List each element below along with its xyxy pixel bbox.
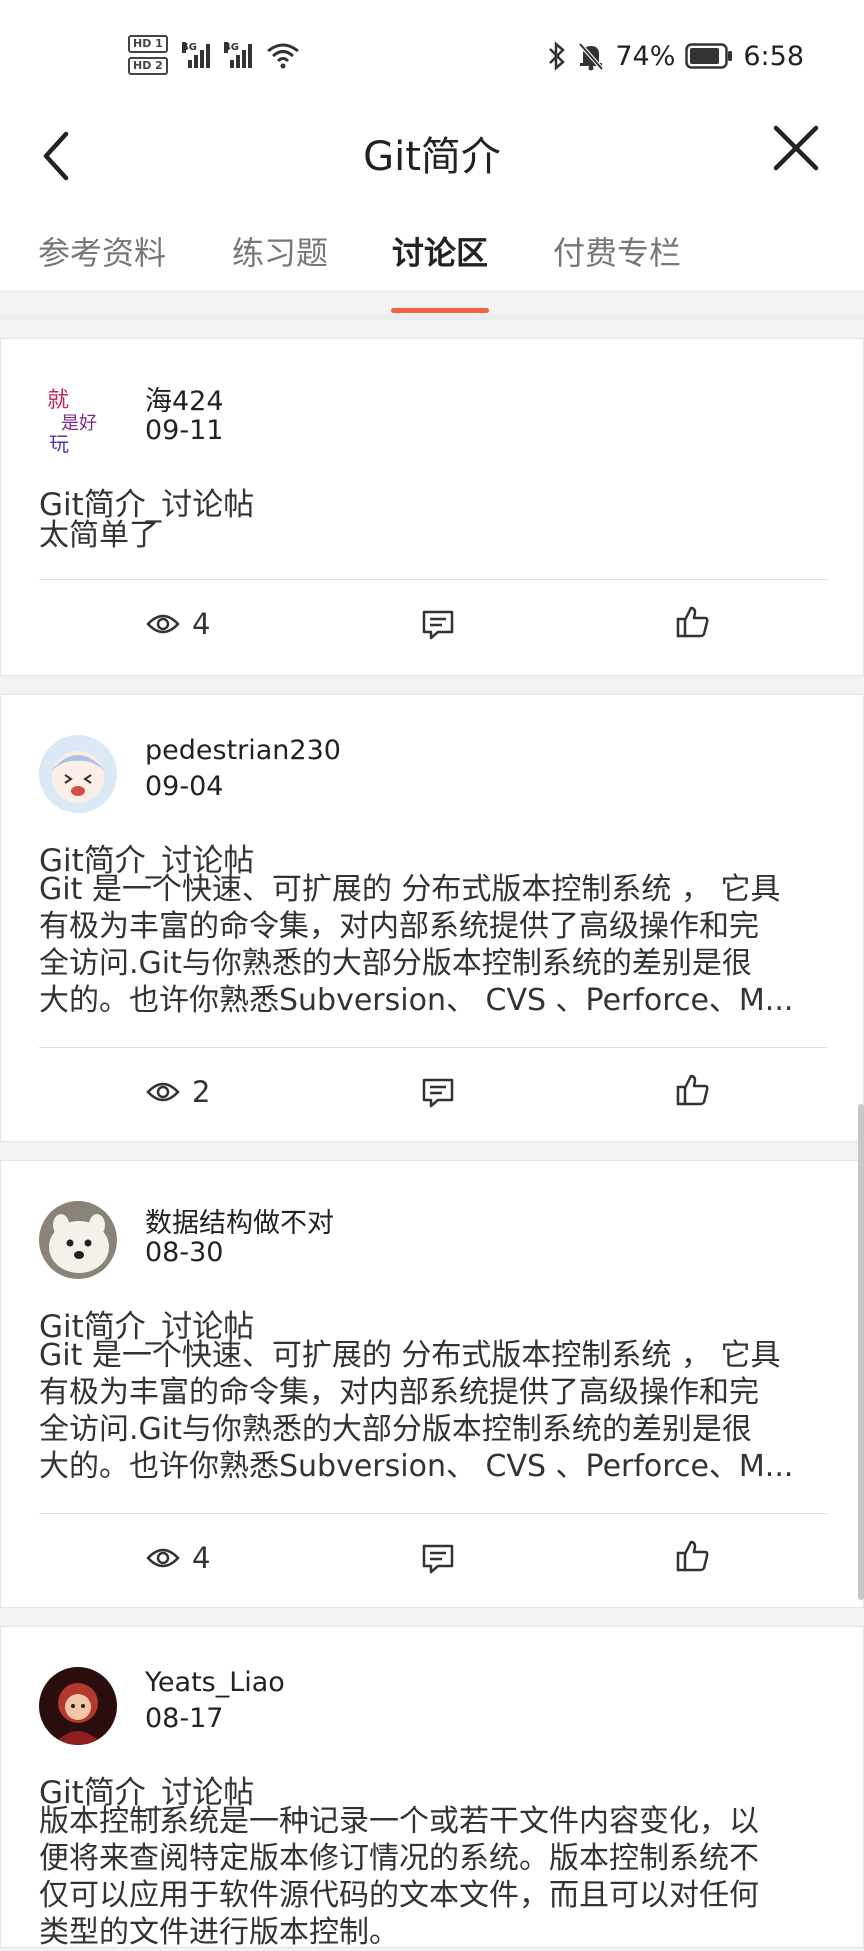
- card-divider: [39, 1047, 827, 1048]
- clock: 6:58: [743, 40, 804, 72]
- signal-icon-2: 4G: [223, 42, 252, 68]
- bell-muted-icon: [578, 42, 604, 71]
- bluetooth-icon: [549, 41, 566, 71]
- post-date: 09-04: [145, 771, 224, 802]
- card-divider: [39, 1513, 827, 1514]
- post-card[interactable]: pedestrian230 09-04 Git简介_讨论帖 Git 是一个快速、…: [0, 694, 864, 1142]
- scrollbar[interactable]: [858, 1104, 864, 1600]
- tab-bar: 参考资料 练习题 讨论区 付费专栏: [0, 228, 864, 288]
- battery-percent: 74%: [615, 40, 676, 72]
- post-body[interactable]: 版本控制系统是一种记录一个或若干文件内容变化，以 便将来查阅特定版本修订情况的系…: [39, 1803, 821, 1951]
- comment-icon[interactable]: [421, 609, 455, 641]
- hd1-badge: HD 1: [128, 35, 168, 53]
- post-card[interactable]: Yeats_Liao 08-17 Git简介_讨论帖 版本控制系统是一种记录一个…: [0, 1626, 864, 1951]
- post-body[interactable]: 太简单了: [39, 517, 821, 554]
- wifi-icon: [266, 43, 299, 69]
- views-number: 4: [192, 607, 211, 641]
- page-title: Git简介: [363, 134, 501, 180]
- eye-icon: [146, 1082, 180, 1102]
- eye-icon: [146, 1548, 180, 1568]
- post-card[interactable]: 数据结构做不对 08-30 Git简介_讨论帖 Git 是一个快速、可扩展的 分…: [0, 1160, 864, 1608]
- avatar[interactable]: [39, 1667, 117, 1745]
- app-header: Git简介 参考资料 练习题 讨论区 付费专栏: [0, 110, 864, 290]
- post-author[interactable]: Yeats_Liao: [145, 1667, 285, 1698]
- status-right: 74% 6:58: [547, 34, 804, 78]
- network-label-1: 4G: [181, 42, 197, 53]
- svg-text:就: 就: [47, 388, 69, 413]
- thumbs-up-icon[interactable]: [676, 1539, 710, 1573]
- comment-icon[interactable]: [421, 1077, 455, 1109]
- comment-icon[interactable]: [421, 1543, 455, 1575]
- active-tab-indicator: [391, 308, 489, 313]
- post-body[interactable]: Git 是一个快速、可扩展的 分布式版本控制系统 ， 它具 有极为丰富的命令集，…: [39, 871, 821, 1019]
- avatar[interactable]: [39, 735, 117, 813]
- post-card[interactable]: 就 是好 玩 海424 09-11 Git简介_讨论帖 太简单了 4: [0, 338, 864, 676]
- network-label-2: 4G: [223, 42, 239, 53]
- hd2-badge: HD 2: [128, 57, 168, 75]
- tab-paid-column[interactable]: 付费专栏: [553, 228, 681, 274]
- post-date: 08-17: [145, 1703, 224, 1734]
- close-icon[interactable]: [770, 122, 822, 174]
- status-bar: HD 1 HD 2 4G 4G 74% 6:58: [0, 0, 864, 110]
- views-number: 4: [192, 1541, 211, 1575]
- views-number: 2: [192, 1075, 211, 1109]
- svg-text:是好: 是好: [61, 413, 97, 434]
- views-count: 4: [146, 1541, 210, 1575]
- views-count: 2: [146, 1075, 210, 1109]
- thumbs-up-icon[interactable]: [676, 1073, 710, 1107]
- tab-discussion[interactable]: 讨论区: [392, 228, 488, 274]
- post-date: 08-30: [145, 1237, 224, 1268]
- tab-exercises[interactable]: 练习题: [232, 228, 328, 274]
- post-author[interactable]: 数据结构做不对: [145, 1201, 334, 1240]
- avatar[interactable]: [39, 1201, 117, 1279]
- signal-icon-1: 4G: [181, 42, 210, 68]
- battery-icon: [685, 43, 733, 69]
- post-body[interactable]: Git 是一个快速、可扩展的 分布式版本控制系统 ， 它具 有极为丰富的命令集，…: [39, 1337, 821, 1485]
- thumbs-up-icon[interactable]: [676, 605, 710, 639]
- tab-references[interactable]: 参考资料: [38, 228, 166, 274]
- svg-text:玩: 玩: [49, 432, 69, 456]
- eye-icon: [146, 614, 180, 634]
- post-author[interactable]: pedestrian230: [145, 735, 341, 766]
- post-date: 09-11: [145, 415, 224, 446]
- sim-indicators: HD 1 HD 2: [128, 35, 168, 75]
- card-divider: [39, 579, 827, 580]
- avatar[interactable]: 就 是好 玩: [39, 379, 117, 457]
- status-left: HD 1 HD 2 4G 4G: [128, 30, 300, 80]
- post-author[interactable]: 海424: [145, 379, 224, 418]
- views-count: 4: [146, 607, 210, 641]
- header-divider: [0, 314, 864, 320]
